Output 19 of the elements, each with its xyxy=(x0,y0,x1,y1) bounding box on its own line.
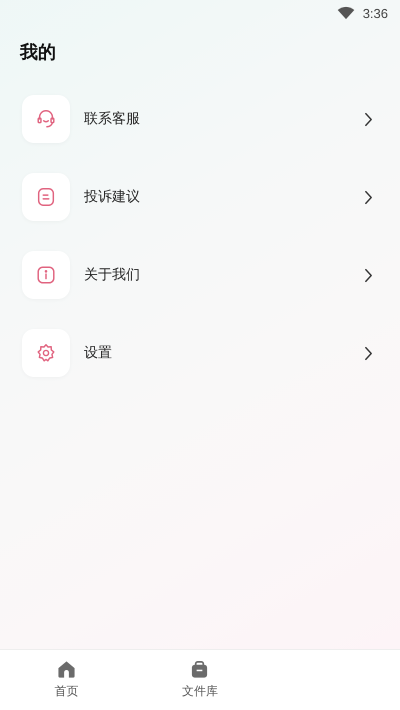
wifi-icon xyxy=(336,6,355,20)
nav-tab[interactable]: 首页 xyxy=(0,650,134,710)
chevron-right-icon xyxy=(364,112,373,126)
chevron-right-icon xyxy=(364,190,373,204)
menu-item[interactable]: 联系客服 xyxy=(84,110,140,128)
chevron-right-icon xyxy=(364,346,373,360)
menu-item[interactable]: 投诉建议 xyxy=(84,188,140,206)
headset-icon xyxy=(35,108,57,130)
status-time: 3:36 xyxy=(362,6,388,20)
settings-icon xyxy=(35,342,57,364)
info-icon xyxy=(35,264,57,286)
document-icon xyxy=(35,186,57,208)
bag-icon xyxy=(190,660,210,679)
home-icon xyxy=(57,660,76,679)
chevron-right-icon xyxy=(364,268,373,282)
menu-item[interactable]: 设置 xyxy=(84,344,112,362)
nav-tab[interactable]: 文件库 xyxy=(133,650,267,710)
page-title: 我的 xyxy=(20,41,57,64)
menu-item[interactable]: 关于我们 xyxy=(84,266,140,284)
